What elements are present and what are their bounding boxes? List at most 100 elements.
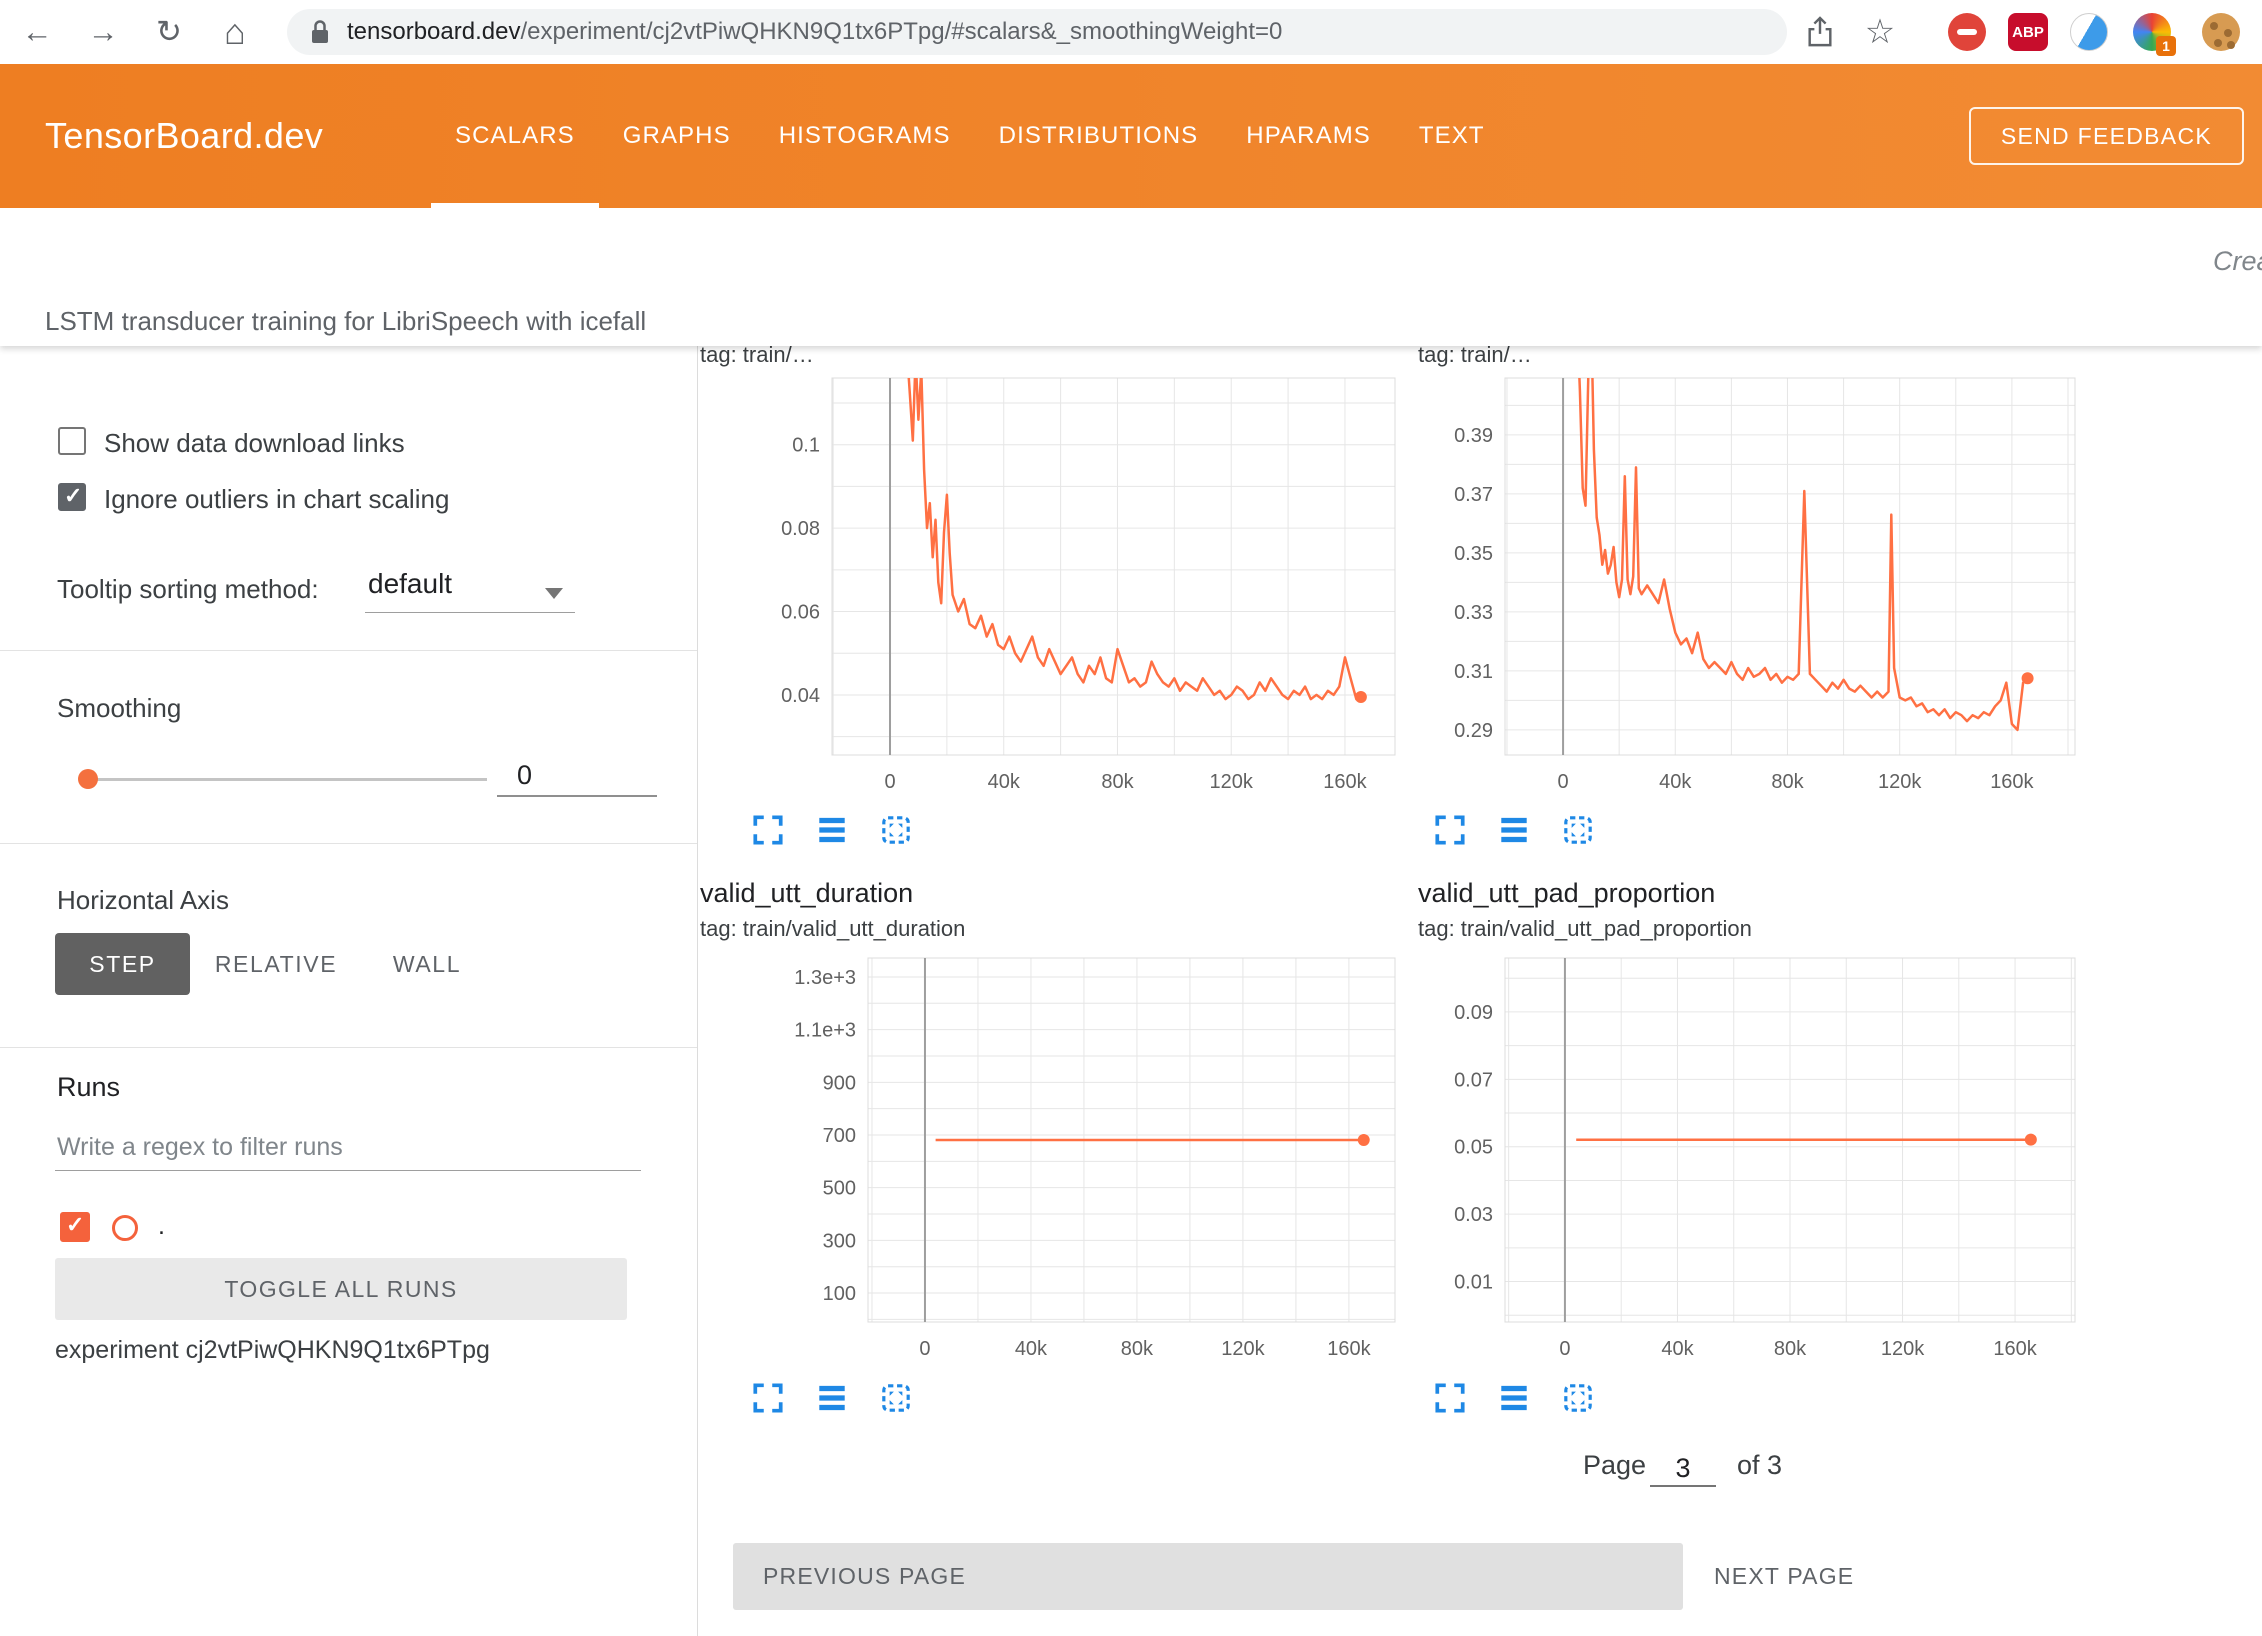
- fit-domain-button[interactable]: [878, 812, 914, 848]
- axis-step-button[interactable]: STEP: [55, 933, 190, 995]
- chart-runs-button[interactable]: [1496, 812, 1532, 848]
- back-button[interactable]: ←: [12, 0, 62, 64]
- scalar-chart[interactable]: 0.040.060.080.1040k80k120k160k: [700, 345, 1400, 805]
- blue-extension-icon[interactable]: [2070, 13, 2108, 51]
- expand-chart-button[interactable]: [750, 812, 786, 848]
- tab-histograms[interactable]: HISTOGRAMS: [755, 64, 975, 208]
- svg-text:1.3e+3: 1.3e+3: [794, 967, 856, 989]
- axis-relative-button[interactable]: RELATIVE: [190, 933, 362, 995]
- svg-text:80k: 80k: [1121, 1338, 1154, 1360]
- chart-title: valid_utt_pad_proportion: [1418, 878, 1715, 909]
- chart-runs-button[interactable]: [814, 1380, 850, 1416]
- svg-text:160k: 160k: [1993, 1338, 2037, 1360]
- tab-graphs[interactable]: GRAPHS: [599, 64, 755, 208]
- reload-button[interactable]: ↻: [144, 0, 194, 64]
- svg-text:0.29: 0.29: [1454, 720, 1493, 742]
- svg-text:80k: 80k: [1774, 1338, 1807, 1360]
- expand-chart-button[interactable]: [1432, 812, 1468, 848]
- sidebar-divider: [697, 346, 698, 1636]
- expand-chart-button[interactable]: [750, 1380, 786, 1416]
- tab-hparams[interactable]: HPARAMS: [1222, 64, 1395, 208]
- chart-canvas: 0.040.060.080.1040k80k120k160k: [700, 345, 1400, 805]
- chart-canvas: 1003005007009001.1e+31.3e+3040k80k120k16…: [700, 950, 1400, 1410]
- svg-text:0.1: 0.1: [792, 435, 820, 457]
- ignore-outliers-label: Ignore outliers in chart scaling: [104, 484, 449, 515]
- smoothing-value-input[interactable]: [497, 760, 657, 797]
- svg-text:40k: 40k: [1661, 1338, 1694, 1360]
- chart-toolbar: [1432, 1380, 1624, 1416]
- svg-text:160k: 160k: [1990, 771, 2034, 793]
- chevron-down-icon[interactable]: [545, 588, 563, 599]
- forward-button[interactable]: →: [78, 0, 128, 64]
- block-bar-glyph: [1957, 29, 1977, 35]
- tab-scalars[interactable]: SCALARS: [431, 64, 599, 208]
- svg-text:700: 700: [823, 1125, 856, 1147]
- blocker-extension-icon[interactable]: [1948, 13, 1986, 51]
- svg-text:40k: 40k: [1015, 1338, 1048, 1360]
- svg-text:80k: 80k: [1101, 771, 1134, 793]
- chart-tag: tag: train/valid_utt_pad_proportion: [1418, 916, 1752, 942]
- section-divider: [0, 650, 697, 651]
- previous-page-button[interactable]: PREVIOUS PAGE: [733, 1543, 1683, 1610]
- section-divider: [0, 843, 697, 844]
- home-button[interactable]: ⌂: [210, 0, 260, 64]
- chart-toolbar: [1432, 812, 1624, 848]
- colorwheel-extension-icon[interactable]: 1: [2133, 13, 2171, 51]
- scalar-chart[interactable]: 0.010.030.050.070.09040k80k120k160k: [1418, 950, 2118, 1410]
- expand-chart-button[interactable]: [1432, 1380, 1468, 1416]
- chart-title: valid_utt_duration: [700, 878, 913, 909]
- extension-badge: 1: [2156, 36, 2176, 56]
- chart-runs-button[interactable]: [1496, 1380, 1532, 1416]
- fit-domain-button[interactable]: [1560, 812, 1596, 848]
- address-bar[interactable]: tensorboard.dev/experiment/cj2vtPiwQHKN9…: [287, 9, 1787, 55]
- svg-text:100: 100: [823, 1283, 856, 1305]
- tab-distributions[interactable]: DISTRIBUTIONS: [975, 64, 1223, 208]
- fit-domain-button[interactable]: [1560, 1380, 1596, 1416]
- scalar-chart[interactable]: 0.290.310.330.350.370.39040k80k120k160k: [1418, 345, 2118, 805]
- scalar-chart[interactable]: 1003005007009001.1e+31.3e+3040k80k120k16…: [700, 950, 1400, 1410]
- page-input[interactable]: [1650, 1452, 1716, 1487]
- chart-canvas: 0.290.310.330.350.370.39040k80k120k160k: [1418, 345, 2118, 805]
- svg-text:0.06: 0.06: [781, 602, 820, 624]
- fit-domain-button[interactable]: [878, 1380, 914, 1416]
- app-header: TensorBoard.dev SCALARS GRAPHS HISTOGRAM…: [0, 64, 2262, 208]
- run-color-swatch[interactable]: [112, 1215, 138, 1241]
- svg-text:40k: 40k: [1659, 771, 1692, 793]
- runs-filter-input[interactable]: [55, 1132, 641, 1171]
- ignore-outliers-checkbox[interactable]: [58, 483, 86, 511]
- svg-text:0.37: 0.37: [1454, 484, 1493, 506]
- tooltip-sorting-dropdown[interactable]: default: [368, 568, 452, 600]
- axis-wall-button[interactable]: WALL: [362, 933, 492, 995]
- svg-text:80k: 80k: [1771, 771, 1804, 793]
- clipped-right-text: Crea: [2213, 246, 2262, 277]
- show-download-links-checkbox[interactable]: [58, 427, 86, 455]
- send-feedback-button[interactable]: SEND FEEDBACK: [1969, 107, 2244, 165]
- page-label: Page: [1583, 1450, 1646, 1481]
- chart-runs-button[interactable]: [814, 812, 850, 848]
- svg-text:0.04: 0.04: [781, 685, 820, 707]
- svg-text:0: 0: [1559, 1338, 1570, 1360]
- svg-text:0.35: 0.35: [1454, 543, 1493, 565]
- smoothing-slider-track[interactable]: [88, 778, 487, 781]
- experiment-subheader: Crea LSTM transducer training for LibriS…: [0, 208, 2262, 346]
- chart-tag: tag: train/valid_utt_duration: [700, 916, 965, 942]
- svg-text:120k: 120k: [1878, 771, 1922, 793]
- app-logo[interactable]: TensorBoard.dev: [45, 64, 323, 208]
- tab-text[interactable]: TEXT: [1395, 64, 1509, 208]
- svg-text:0.07: 0.07: [1454, 1069, 1493, 1091]
- run-checkbox[interactable]: [60, 1212, 90, 1242]
- toggle-all-runs-button[interactable]: TOGGLE ALL RUNS: [55, 1258, 627, 1320]
- abp-extension-icon[interactable]: ABP: [2008, 13, 2048, 51]
- bookmark-star-icon[interactable]: ☆: [1855, 0, 1905, 64]
- smoothing-slider-thumb[interactable]: [78, 769, 98, 789]
- svg-text:0.05: 0.05: [1454, 1137, 1493, 1159]
- svg-text:40k: 40k: [988, 771, 1021, 793]
- svg-text:120k: 120k: [1210, 771, 1254, 793]
- chart-toolbar: [750, 812, 942, 848]
- svg-text:160k: 160k: [1327, 1338, 1371, 1360]
- next-page-button[interactable]: NEXT PAGE: [1700, 1543, 1868, 1610]
- cookie-extension-icon[interactable]: [2202, 13, 2240, 51]
- show-download-links-label: Show data download links: [104, 428, 405, 459]
- svg-text:300: 300: [823, 1230, 856, 1252]
- share-icon[interactable]: [1795, 0, 1845, 64]
